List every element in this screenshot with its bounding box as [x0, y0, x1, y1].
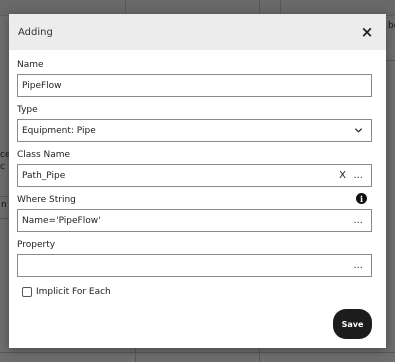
name-field[interactable] [17, 74, 372, 97]
where-string-field[interactable]: i Name='PipeFlow' ... [17, 193, 372, 232]
class-name-value: Path_Pipe [22, 170, 66, 181]
type-label: Type [17, 105, 38, 115]
clear-icon[interactable]: X [339, 170, 346, 181]
class-name-browse-button[interactable]: ... [353, 170, 363, 181]
implicit-for-each-row[interactable]: Implicit For Each [22, 286, 372, 298]
where-string-value: Name='PipeFlow' [22, 215, 101, 226]
implicit-for-each-checkbox[interactable] [22, 287, 32, 297]
implicit-for-each-label[interactable]: Implicit For Each [36, 287, 111, 297]
info-icon[interactable]: i [356, 193, 367, 204]
class-name-field[interactable]: Path_Pipe X ... [17, 164, 372, 187]
where-string-label: Where String [17, 195, 76, 205]
dialog-header: Adding × [9, 14, 386, 50]
name-input[interactable] [22, 75, 371, 96]
name-label: Name [17, 60, 44, 70]
type-selected-value: Equipment: Pipe [22, 125, 96, 136]
property-field[interactable]: ... [17, 254, 372, 277]
chevron-down-icon[interactable] [354, 126, 363, 135]
dialog-body: Name Type Equipment: Pipe Class Name Pat… [9, 60, 386, 298]
save-button[interactable]: Save [333, 309, 372, 339]
dialog-title: Adding [18, 26, 53, 38]
close-icon[interactable]: × [360, 23, 374, 41]
type-select[interactable]: Equipment: Pipe [17, 119, 372, 142]
property-browse-button[interactable]: ... [353, 260, 363, 271]
class-name-label: Class Name [17, 150, 71, 160]
property-label: Property [17, 240, 56, 250]
where-string-browse-button[interactable]: ... [353, 215, 363, 226]
adding-dialog: Adding × Name Type Equipment: Pipe Class… [9, 14, 386, 348]
